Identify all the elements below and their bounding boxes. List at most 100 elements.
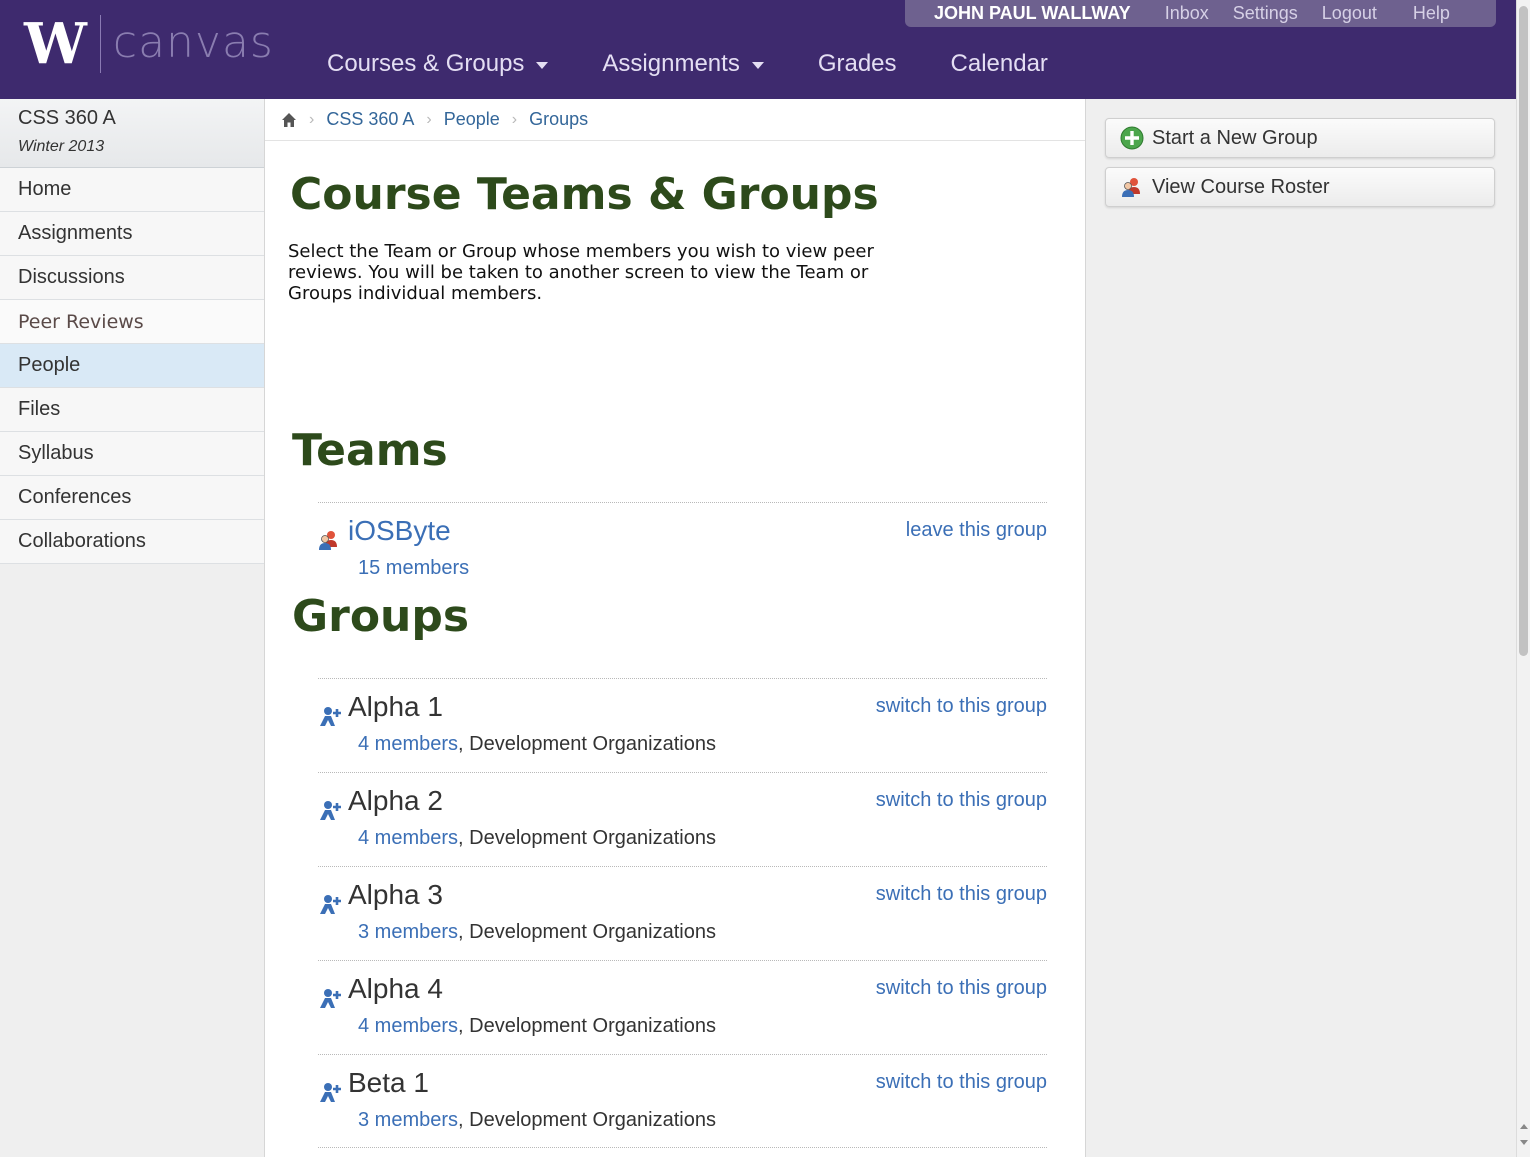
sidebar-item-conferences[interactable]: Conferences xyxy=(0,476,264,520)
sidebar-item-people[interactable]: People xyxy=(0,344,264,388)
nav-assignments[interactable]: Assignments xyxy=(602,50,764,78)
canvas-logo[interactable]: W canvas xyxy=(24,14,274,74)
group-members-link[interactable]: 3 members xyxy=(358,1109,458,1131)
switch-group-link[interactable]: switch to this group xyxy=(876,1071,1047,1094)
group-category: , Development Organizations xyxy=(458,827,716,849)
sidebar-item-assignments[interactable]: Assignments xyxy=(0,212,264,256)
scrollbar-thumb[interactable] xyxy=(1519,6,1528,656)
top-header: W canvas JOHN PAUL WALLWAY Inbox Setting… xyxy=(0,0,1516,99)
group-name[interactable]: Alpha 1 xyxy=(348,691,443,723)
group-row: Alpha 1 4 members, Development Organizat… xyxy=(318,678,1047,772)
breadcrumb-people[interactable]: People xyxy=(444,109,500,130)
intro-line: Select the Team or Group whose members y… xyxy=(288,241,874,262)
view-course-roster-label: View Course Roster xyxy=(1152,175,1330,198)
groups-heading: Groups xyxy=(292,591,470,642)
group-name[interactable]: Alpha 2 xyxy=(348,785,443,817)
switch-group-link[interactable]: switch to this group xyxy=(876,883,1047,906)
group-name[interactable]: Alpha 3 xyxy=(348,879,443,911)
group-meta: 4 members, Development Organizations xyxy=(358,827,716,850)
group-name[interactable]: Alpha 4 xyxy=(348,973,443,1005)
uw-logo-letter: W xyxy=(24,11,87,77)
team-name-link[interactable]: iOSByte xyxy=(348,515,451,547)
group-category: , Development Organizations xyxy=(458,1109,716,1131)
course-name: CSS 360 A xyxy=(18,107,116,129)
group-row: Alpha 3 3 members, Development Organizat… xyxy=(318,866,1047,960)
sidebar-item-discussions[interactable]: Discussions xyxy=(0,256,264,300)
group-members-link[interactable]: 4 members xyxy=(358,733,458,755)
sidebar-item-syllabus[interactable]: Syllabus xyxy=(0,432,264,476)
group-name[interactable]: Beta 1 xyxy=(348,1067,429,1099)
course-term: Winter 2013 xyxy=(18,138,105,155)
nav-courses-groups[interactable]: Courses & Groups xyxy=(327,50,549,78)
course-sidebar: CSS 360 A Winter 2013 Home Assignments D… xyxy=(0,99,264,564)
breadcrumb-course[interactable]: CSS 360 A xyxy=(326,109,414,130)
page-title: Course Teams & Groups xyxy=(290,169,879,220)
main-content: › CSS 360 A › People › Groups Course Tea… xyxy=(264,99,1086,1157)
group-meta: 3 members, Development Organizations xyxy=(358,1109,716,1132)
group-row: Alpha 4 4 members, Development Organizat… xyxy=(318,960,1047,1054)
group-meta: 4 members, Development Organizations xyxy=(358,733,716,756)
page-scrollbar[interactable] xyxy=(1516,0,1530,1157)
plus-circle-icon xyxy=(1120,126,1144,150)
team-members-link[interactable]: 15 members xyxy=(358,557,469,579)
breadcrumb: › CSS 360 A › People › Groups xyxy=(265,99,1085,141)
team-row: iOSByte 15 members leave this group xyxy=(318,502,1047,596)
add-group-icon xyxy=(318,987,344,1009)
home-icon[interactable] xyxy=(281,112,297,128)
start-new-group-button[interactable]: Start a New Group xyxy=(1105,118,1495,158)
switch-group-link[interactable]: switch to this group xyxy=(876,695,1047,718)
caret-down-icon xyxy=(536,62,549,69)
course-header: CSS 360 A Winter 2013 xyxy=(0,99,264,168)
group-members-link[interactable]: 4 members xyxy=(358,827,458,849)
help-link[interactable]: Help xyxy=(1413,3,1450,24)
sidebar-item-collaborations[interactable]: Collaborations xyxy=(0,520,264,564)
group-meta: 3 members, Development Organizations xyxy=(358,921,716,944)
start-new-group-label: Start a New Group xyxy=(1152,126,1318,149)
group-category: , Development Organizations xyxy=(458,733,716,755)
intro-line: reviews. You will be taken to another sc… xyxy=(288,262,869,283)
user-menu: JOHN PAUL WALLWAY Inbox Settings Logout … xyxy=(905,0,1496,27)
team-meta: 15 members xyxy=(358,557,469,580)
chevron-right-icon: › xyxy=(511,110,518,128)
breadcrumb-groups[interactable]: Groups xyxy=(529,109,588,130)
nav-calendar-label: Calendar xyxy=(950,50,1048,77)
nav-assignments-label: Assignments xyxy=(602,50,740,77)
add-group-icon xyxy=(318,799,344,821)
settings-link[interactable]: Settings xyxy=(1233,3,1298,24)
chevron-right-icon: › xyxy=(309,110,315,128)
sidebar-item-peer-reviews[interactable]: Peer Reviews xyxy=(0,300,264,344)
nav-courses-groups-label: Courses & Groups xyxy=(327,50,525,77)
group-members-link[interactable]: 4 members xyxy=(358,1015,458,1037)
view-course-roster-button[interactable]: View Course Roster xyxy=(1105,167,1495,207)
sidebar-item-home[interactable]: Home xyxy=(0,168,264,212)
canvas-logo-text: canvas xyxy=(112,16,274,68)
user-name-link[interactable]: JOHN PAUL WALLWAY xyxy=(934,3,1131,24)
sidebar-item-files[interactable]: Files xyxy=(0,388,264,432)
group-row: Alpha 2 4 members, Development Organizat… xyxy=(318,772,1047,866)
switch-group-link[interactable]: switch to this group xyxy=(876,789,1047,812)
nav-calendar[interactable]: Calendar xyxy=(951,50,1048,78)
leave-group-link[interactable]: leave this group xyxy=(906,519,1047,542)
chevron-right-icon: › xyxy=(426,110,432,128)
group-category: , Development Organizations xyxy=(458,921,716,943)
scroll-down-icon[interactable] xyxy=(1520,1140,1528,1145)
caret-down-icon xyxy=(751,62,764,69)
group-meta: 4 members, Development Organizations xyxy=(358,1015,716,1038)
intro-text: Select the Team or Group whose members y… xyxy=(288,241,948,304)
switch-group-link[interactable]: switch to this group xyxy=(876,977,1047,1000)
group-row: Beta 1 3 members, Development Organizati… xyxy=(318,1054,1047,1148)
scroll-up-icon[interactable] xyxy=(1520,1124,1528,1129)
logo-divider xyxy=(99,15,101,73)
people-icon xyxy=(1120,175,1144,199)
nav-grades[interactable]: Grades xyxy=(818,50,897,78)
logout-link[interactable]: Logout xyxy=(1322,3,1377,24)
nav-grades-label: Grades xyxy=(817,50,897,77)
group-category: , Development Organizations xyxy=(458,1015,716,1037)
inbox-link[interactable]: Inbox xyxy=(1165,3,1209,24)
group-members-link[interactable]: 3 members xyxy=(358,921,458,943)
teams-heading: Teams xyxy=(292,425,448,476)
add-group-icon xyxy=(318,1081,344,1103)
intro-line: Groups individual members. xyxy=(288,283,543,304)
add-group-icon xyxy=(318,893,344,915)
team-icon xyxy=(318,529,344,551)
